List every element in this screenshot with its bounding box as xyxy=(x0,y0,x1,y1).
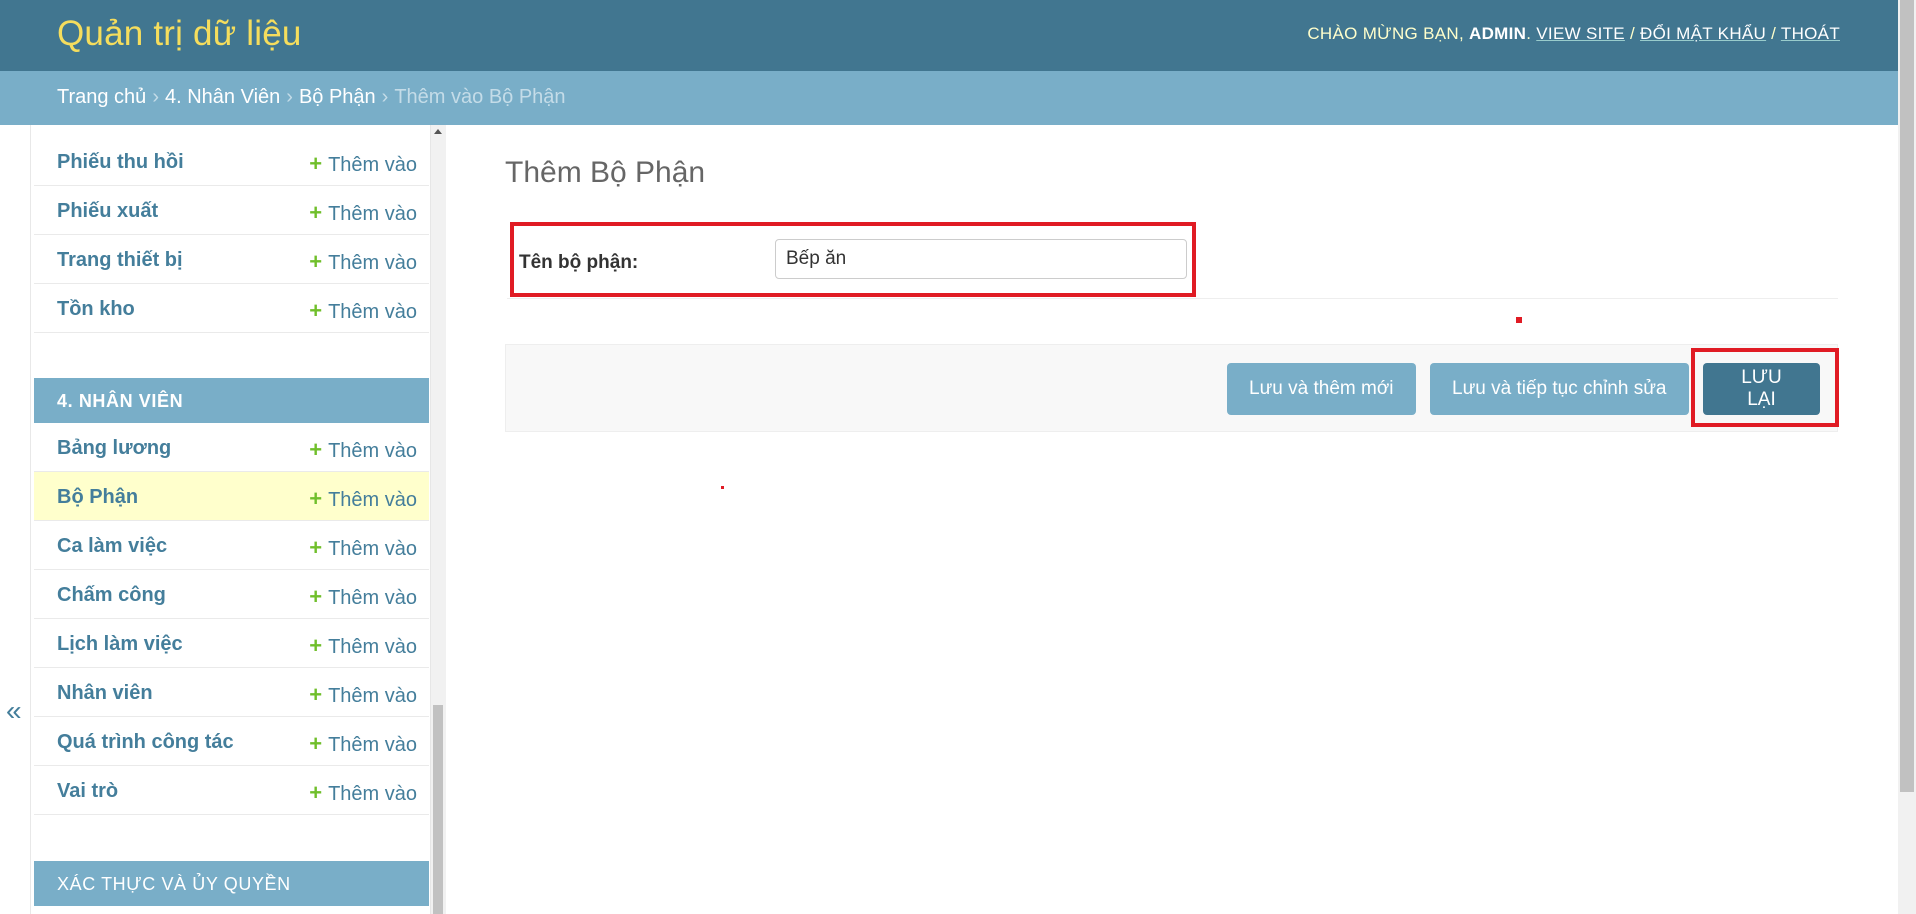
separator: / xyxy=(1629,24,1635,43)
breadcrumb-home[interactable]: Trang chủ xyxy=(57,86,146,108)
sidebar-item-label[interactable]: Phiếu xuất xyxy=(57,200,158,223)
sidebar-item-bo-phan: Bộ Phận + Thêm vào xyxy=(34,472,429,521)
separator: / xyxy=(1771,24,1777,43)
sidebar-item-ton-kho: Tồn kho + Thêm vào xyxy=(34,284,429,333)
ten-bo-phan-input[interactable] xyxy=(775,239,1187,279)
scroll-up-arrow-icon[interactable] xyxy=(434,129,442,134)
sidebar-item-label[interactable]: Tồn kho xyxy=(57,298,135,321)
add-link[interactable]: + Thêm vào xyxy=(309,249,417,275)
sidebar-item-label[interactable]: Quá trình công tác xyxy=(57,731,234,754)
sidebar-item-bang-luong: Bảng lương + Thêm vào xyxy=(34,423,429,472)
sidebar-item-label[interactable]: Bảng lương xyxy=(57,437,171,460)
add-link[interactable]: + Thêm vào xyxy=(309,151,417,177)
view-site-link[interactable]: View site xyxy=(1536,24,1625,43)
plus-icon: + xyxy=(309,486,323,511)
sidebar-item-phieu-thu-hoi: Phiếu thu hồi + Thêm vào xyxy=(34,137,429,186)
form-row-ten-bo-phan: Tên bộ phận: xyxy=(507,222,1838,299)
plus-icon: + xyxy=(309,584,323,609)
add-link[interactable]: + Thêm vào xyxy=(309,298,417,324)
submit-row: Lưu và thêm mới Lưu và tiếp tục chỉnh sử… xyxy=(505,344,1838,432)
save-and-add-another-button[interactable]: Lưu và thêm mới xyxy=(1227,363,1416,415)
change-password-link[interactable]: Đổi mật khẩu xyxy=(1640,24,1766,43)
breadcrumb-model[interactable]: Bộ Phận xyxy=(299,86,376,108)
add-link[interactable]: + Thêm vào xyxy=(309,633,417,659)
nav-sidebar: Phiếu thu hồi + Thêm vào Phiếu xuất + Thêm… xyxy=(34,125,429,914)
plus-icon: + xyxy=(309,298,323,323)
breadcrumb-separator: › xyxy=(152,86,159,108)
sidebar-item-label[interactable]: Chấm công xyxy=(57,584,166,607)
page-scrollbar[interactable] xyxy=(1898,0,1916,914)
add-link[interactable]: + Thêm vào xyxy=(309,731,417,757)
sidebar-item-ca-lam-viec: Ca làm việc + Thêm vào xyxy=(34,521,429,570)
breadcrumb-separator: › xyxy=(286,86,293,108)
module-caption-nhan-vien[interactable]: 4. Nhân Viên xyxy=(34,378,429,423)
sidebar-item-vai-tro: Vai trò + Thêm vào xyxy=(34,766,429,815)
field-label: Tên bộ phận: xyxy=(519,252,639,273)
sidebar-scrollbar-thumb[interactable] xyxy=(433,705,443,914)
plus-icon: + xyxy=(309,437,323,462)
breadcrumb-app[interactable]: 4. Nhân Viên xyxy=(165,86,280,108)
welcome-text: Chào mừng bạn, xyxy=(1307,24,1464,43)
page-title: Thêm Bộ Phận xyxy=(505,156,706,189)
sidebar-item-lich-lam-viec: Lịch làm việc + Thêm vào xyxy=(34,619,429,668)
module-caption-label[interactable]: Xác thực và Ủy quyền xyxy=(57,874,291,895)
add-link[interactable]: + Thêm vào xyxy=(309,535,417,561)
add-link[interactable]: + Thêm vào xyxy=(309,200,417,226)
add-link[interactable]: + Thêm vào xyxy=(309,584,417,610)
plus-icon: + xyxy=(309,731,323,756)
save-and-continue-button[interactable]: Lưu và tiếp tục chỉnh sửa xyxy=(1430,363,1689,415)
add-link[interactable]: + Thêm vào xyxy=(309,437,417,463)
page-scrollbar-thumb[interactable] xyxy=(1900,0,1914,792)
breadcrumb: Trang chủ › 4. Nhân Viên › Bộ Phận › Thêm vào … xyxy=(0,71,1898,125)
sidebar-item-label[interactable]: Vai trò xyxy=(57,780,118,803)
sidebar-item-label[interactable]: Phiếu thu hồi xyxy=(57,151,184,174)
plus-icon: + xyxy=(309,633,323,658)
breadcrumb-separator: › xyxy=(381,86,389,108)
module-caption-auth[interactable]: Xác thực và Ủy quyền xyxy=(34,861,429,906)
username: ADMIN xyxy=(1469,24,1527,43)
plus-icon: + xyxy=(309,682,323,707)
double-chevron-left-icon[interactable]: « xyxy=(6,695,22,727)
sidebar-item-label[interactable]: Nhân viên xyxy=(57,682,153,705)
plus-icon: + xyxy=(309,535,323,560)
annotation-dot xyxy=(721,486,724,489)
sidebar-item-label[interactable]: Bộ Phận xyxy=(57,486,138,509)
site-name[interactable]: Quản trị dữ liệu xyxy=(57,14,302,54)
sidebar-item-nhan-vien: Nhân viên + Thêm vào xyxy=(34,668,429,717)
save-button[interactable]: Lưu lại xyxy=(1703,363,1820,415)
toggle-nav-sidebar[interactable]: « xyxy=(0,125,31,914)
sidebar-item-qua-trinh-cong-tac: Quá trình công tác + Thêm vào xyxy=(34,717,429,766)
add-link[interactable]: + Thêm vào xyxy=(309,682,417,708)
annotation-dot xyxy=(1516,317,1522,323)
sidebar-scrollbar[interactable] xyxy=(430,125,446,914)
sidebar-item-label[interactable]: Ca làm việc xyxy=(57,535,167,558)
add-link[interactable]: + Thêm vào xyxy=(309,780,417,806)
module-caption-label[interactable]: 4. Nhân Viên xyxy=(57,391,183,412)
sidebar-item-cham-cong: Chấm công + Thêm vào xyxy=(34,570,429,619)
breadcrumb-current: Thêm vào Bộ Phận xyxy=(394,86,566,108)
sidebar-item-label[interactable]: Trang thiết bị xyxy=(57,249,183,272)
add-link[interactable]: + Thêm vào xyxy=(309,486,417,512)
sidebar-item-trang-thiet-bi: Trang thiết bị + Thêm vào xyxy=(34,235,429,284)
sidebar-item-label[interactable]: Lịch làm việc xyxy=(57,633,183,656)
plus-icon: + xyxy=(309,151,323,176)
user-tools: Chào mừng bạn, ADMIN. View site / Đổi mậ… xyxy=(1307,24,1840,43)
header: Quản trị dữ liệu Chào mừng bạn, ADMIN. V… xyxy=(0,0,1898,71)
sidebar-item-phieu-xuat: Phiếu xuất + Thêm vào xyxy=(34,186,429,235)
plus-icon: + xyxy=(309,249,323,274)
plus-icon: + xyxy=(309,780,323,805)
plus-icon: + xyxy=(309,200,323,225)
logout-link[interactable]: Thoát xyxy=(1781,24,1840,43)
